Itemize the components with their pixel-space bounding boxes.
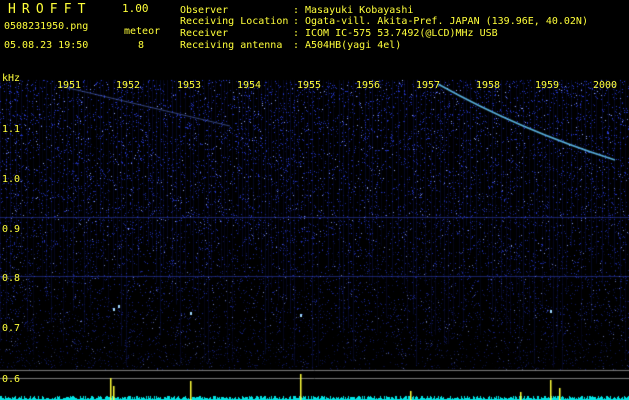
antenna-value: A504HB(yagi 4el) xyxy=(305,40,402,51)
x-tick-1954: 1954 xyxy=(237,80,262,91)
observer-label: Observer xyxy=(180,5,229,16)
app-version: 1.00 xyxy=(122,2,149,15)
y-axis-unit: kHz xyxy=(2,73,21,84)
receiver-label: Receiver xyxy=(180,28,229,39)
antenna-colon: : xyxy=(293,40,300,51)
x-tick-1957: 1957 xyxy=(416,80,441,91)
x-tick-1959: 1959 xyxy=(535,80,560,91)
receiver-colon: : xyxy=(293,28,300,39)
receiver-value: ICOM IC-575 53.7492(@LCD)MHz USB xyxy=(305,28,498,39)
x-tick-1952: 1952 xyxy=(116,80,141,91)
meteor-count: 8 xyxy=(138,40,145,51)
date-time: 05.08.23 19:50 xyxy=(4,40,89,51)
location-colon: : xyxy=(293,16,300,27)
y-tick-0-7: 0.7 xyxy=(2,323,21,334)
x-tick-1955: 1955 xyxy=(297,80,322,91)
observer-value: Masayuki Kobayashi xyxy=(305,5,414,16)
x-tick-1958: 1958 xyxy=(476,80,501,91)
y-tick-1-1: 1.1 xyxy=(2,124,21,135)
y-tick-0-9: 0.9 xyxy=(2,224,21,235)
antenna-label: Receiving antenna xyxy=(180,40,283,51)
app-title: HROFFT xyxy=(8,2,92,17)
x-tick-1953: 1953 xyxy=(177,80,202,91)
meteor-label: meteor xyxy=(124,26,161,37)
y-tick-0-8: 0.8 xyxy=(2,273,21,284)
spectrogram-canvas xyxy=(0,0,629,400)
y-tick-1-0: 1.0 xyxy=(2,174,21,185)
location-value: Ogata-vill. Akita-Pref. JAPAN (139.96E, … xyxy=(305,16,588,27)
x-tick-1951: 1951 xyxy=(57,80,82,91)
observer-colon: : xyxy=(293,5,300,16)
x-tick-2000: 2000 xyxy=(593,80,618,91)
file-name: 0508231950.png xyxy=(4,21,89,32)
y-tick-0-6: 0.6 xyxy=(2,374,21,385)
location-label: Receiving Location xyxy=(180,16,289,27)
x-tick-1956: 1956 xyxy=(356,80,381,91)
